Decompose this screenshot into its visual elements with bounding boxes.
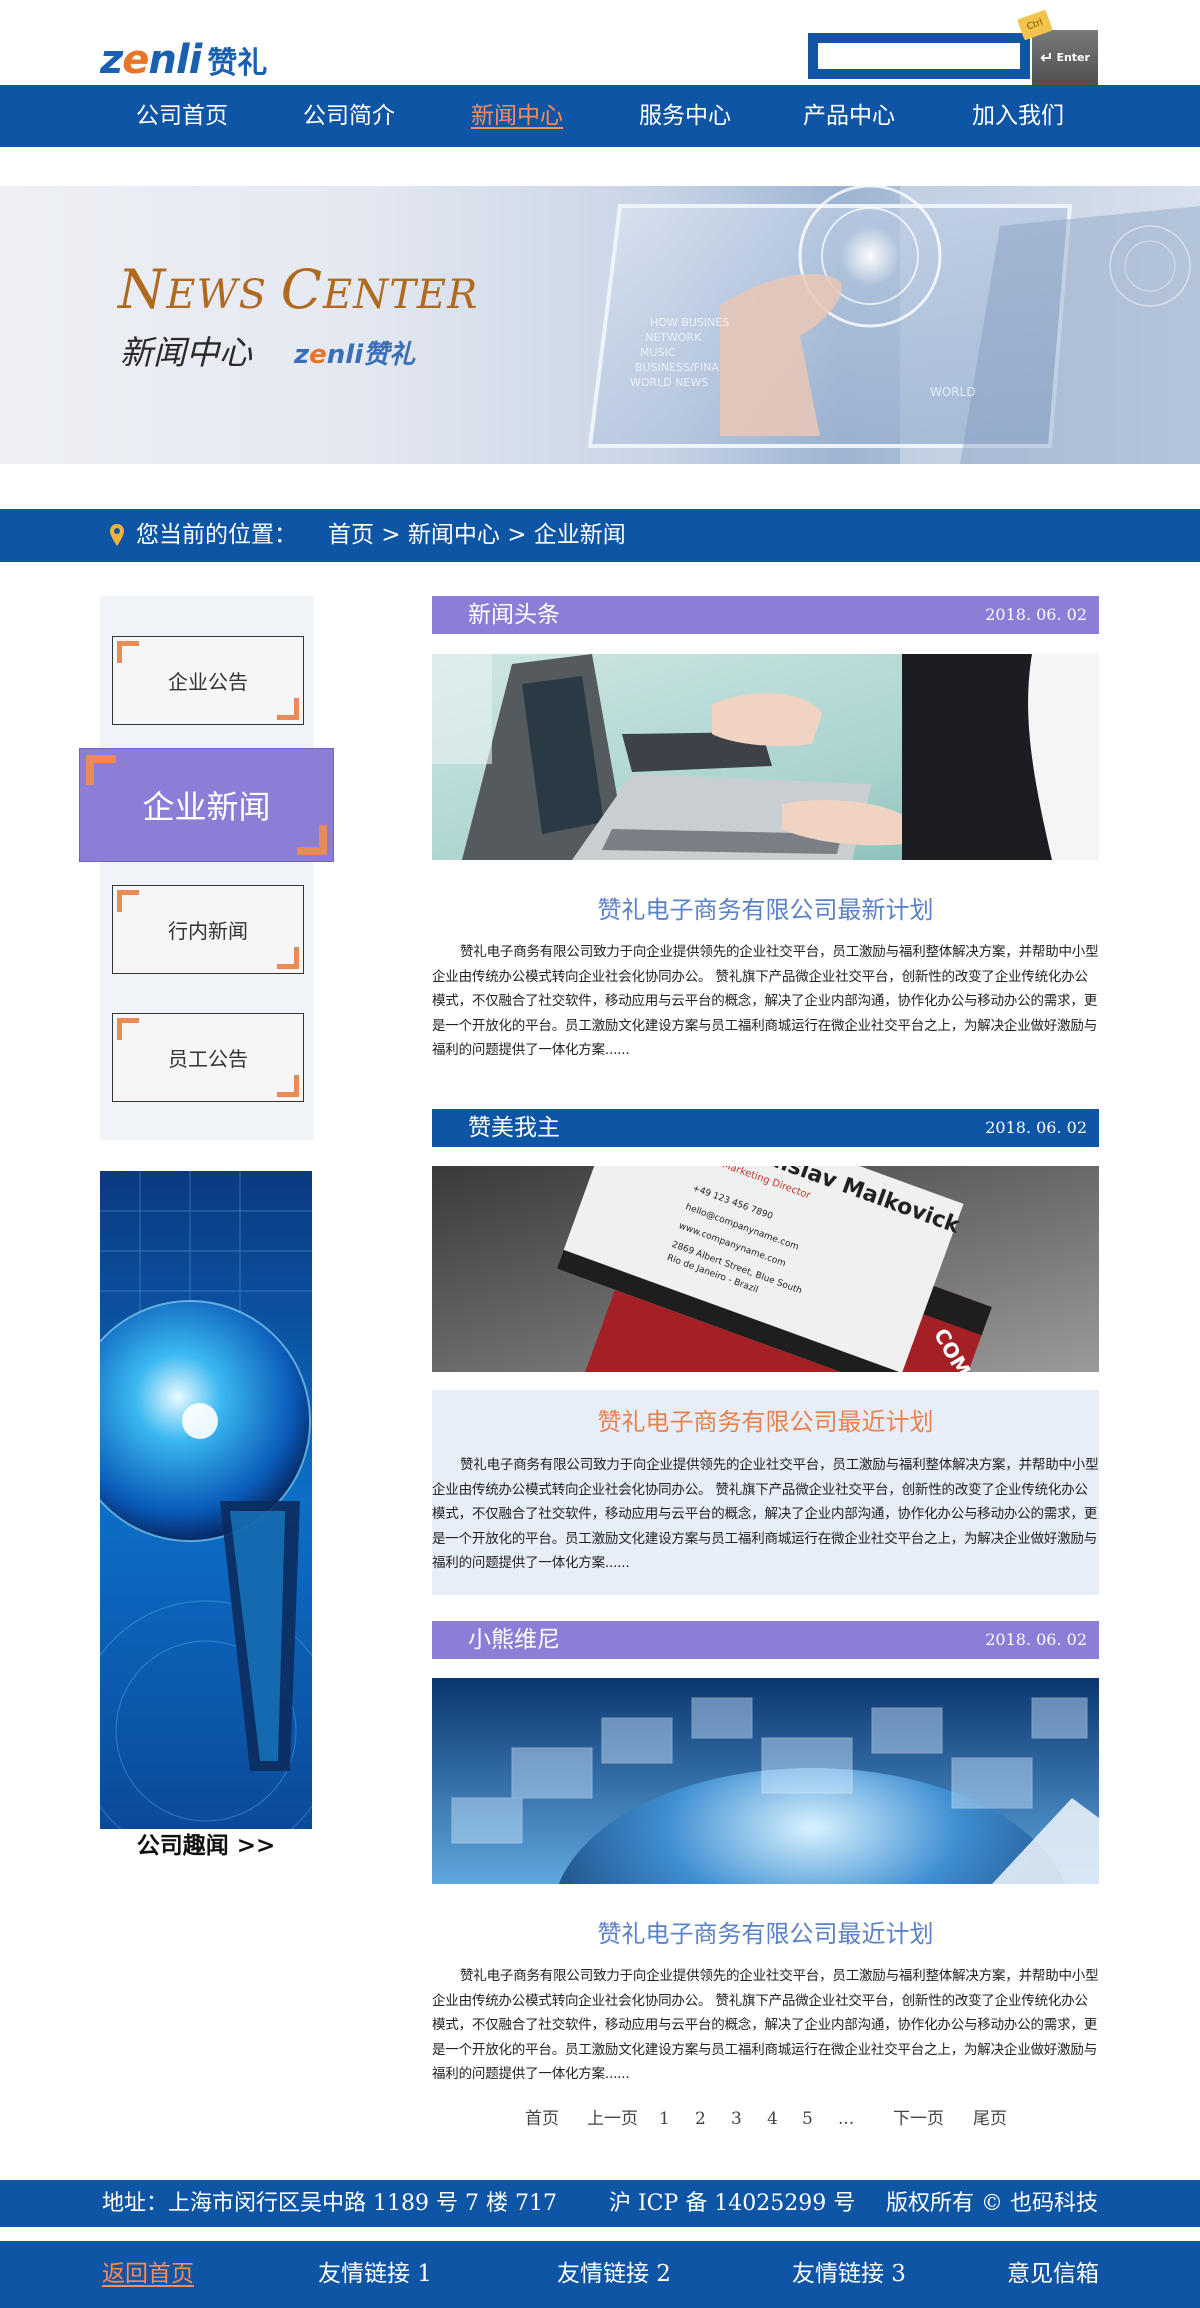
pagination-page-2[interactable]: 2 — [695, 2104, 706, 2134]
nav-item-join[interactable]: 加入我们 — [943, 85, 1093, 147]
location-pin-icon — [110, 524, 124, 546]
sidebar-item-company-notice[interactable]: 企业公告 — [112, 636, 304, 725]
nav-item-about[interactable]: 公司简介 — [274, 85, 424, 147]
pagination-next[interactable]: 下一页 — [893, 2104, 944, 2134]
main-nav: 公司首页 公司简介 新闻中心 服务中心 产品中心 加入我们 — [0, 85, 1200, 147]
nav-item-news[interactable]: 新闻中心 — [442, 85, 592, 147]
footer-link-friend-3[interactable]: 友情链接 3 — [792, 2241, 906, 2308]
footer-address: 地址：上海市闵行区吴中路 1189 号 7 楼 717 — [102, 2191, 557, 2216]
article-category[interactable]: 小熊维尼 — [468, 1621, 560, 1659]
pagination-first[interactable]: 首页 — [525, 2104, 559, 2134]
news-center-banner: HOW BUSINES NETWORK MUSIC BUSINESS/FINA … — [0, 186, 1200, 464]
blue-sphere-tech-illustration — [100, 1171, 312, 1829]
sidebar-item-industry-news[interactable]: 行内新闻 — [112, 885, 304, 974]
global-network-photo — [432, 1678, 1099, 1884]
corner-decoration — [117, 890, 139, 912]
article-2-header: 赞美我主 2018. 06. 02 — [432, 1109, 1099, 1147]
footer-info-bar: 地址：上海市闵行区吴中路 1189 号 7 楼 717 沪 ICP 备 1402… — [0, 2180, 1200, 2227]
enter-arrow-icon: ↵ — [1040, 48, 1054, 67]
touchscreen-hand-illustration: HOW BUSINES NETWORK MUSIC BUSINESS/FINA … — [587, 186, 1200, 464]
article-2-body: 赞礼电子商务有限公司致力于向企业提供领先的企业社交平台，员工激励与福利整体解决方… — [432, 1457, 1099, 1572]
banner-title-en: NEWS CENTER — [118, 258, 479, 321]
search-input[interactable] — [818, 43, 1020, 69]
corner-decoration — [297, 825, 327, 855]
article-2-title[interactable]: 赞礼电子商务有限公司最近计划 — [432, 1402, 1099, 1437]
business-card-photo: Vladislav Malkovick Marketing Director +… — [432, 1166, 1099, 1372]
pagination: 首页 上一页 1 2 3 4 5 ... 下一页 尾页 — [432, 2104, 1099, 2134]
banner-logo: zenli赞礼 — [294, 340, 416, 370]
search-button-label: Enter — [1056, 51, 1090, 64]
article-date: 2018. 06. 02 — [985, 1630, 1087, 1649]
corner-decoration — [86, 755, 116, 785]
corner-decoration — [277, 947, 299, 969]
pagination-page-4[interactable]: 4 — [767, 2104, 778, 2134]
sidebar-item-company-news[interactable]: 企业新闻 — [79, 748, 334, 862]
footer-link-friend-1[interactable]: 友情链接 1 — [318, 2241, 432, 2308]
nav-item-home[interactable]: 公司首页 — [107, 85, 257, 147]
article-3-image[interactable] — [432, 1678, 1099, 1884]
footer-link-friend-2[interactable]: 友情链接 2 — [557, 2241, 671, 2308]
svg-text:WORLD NEWS: WORLD NEWS — [630, 376, 708, 389]
pagination-page-1[interactable]: 1 — [659, 2104, 670, 2134]
pagination-ellipsis: ... — [838, 2109, 855, 2129]
pagination-page-5[interactable]: 5 — [802, 2104, 813, 2134]
article-3-body: 赞礼电子商务有限公司致力于向企业提供领先的企业社交平台，员工激励与福利整体解决方… — [432, 1968, 1099, 2083]
article-category[interactable]: 赞美我主 — [468, 1109, 560, 1147]
footer-copyright: 版权所有 © 也码科技 — [886, 2191, 1098, 2216]
site-logo[interactable]: zenli 赞礼 — [100, 28, 267, 80]
svg-text:WORLD: WORLD — [930, 385, 976, 399]
banner-title-cn: 新闻中心 — [120, 333, 252, 372]
article-3-header: 小熊维尼 2018. 06. 02 — [432, 1621, 1099, 1659]
svg-text:MUSIC: MUSIC — [640, 346, 676, 359]
corner-decoration — [117, 641, 139, 663]
article-3-title[interactable]: 赞礼电子商务有限公司最近计划 — [432, 1914, 1099, 1949]
nav-item-services[interactable]: 服务中心 — [610, 85, 760, 147]
footer-icp[interactable]: 沪 ICP 备 14025299 号 — [609, 2180, 855, 2227]
article-1-body: 赞礼电子商务有限公司致力于向企业提供领先的企业社交平台，员工激励与福利整体解决方… — [432, 944, 1099, 1059]
article-date: 2018. 06. 02 — [985, 605, 1087, 624]
sidebar-item-label: 企业新闻 — [142, 788, 271, 826]
svg-text:NETWORK: NETWORK — [645, 331, 702, 344]
footer-link-feedback[interactable]: 意见信箱 — [1007, 2241, 1099, 2308]
breadcrumb-path[interactable]: 首页 > 新闻中心 > 企业新闻 — [328, 509, 626, 562]
article-1-header: 新闻头条 2018. 06. 02 — [432, 596, 1099, 634]
sidebar-item-staff-notice[interactable]: 员工公告 — [112, 1013, 304, 1102]
article-1-image[interactable] — [432, 654, 1099, 860]
footer-link-home[interactable]: 返回首页 — [102, 2241, 194, 2308]
sidebar-ad-caption-link[interactable]: 公司趣闻 >> — [100, 1829, 312, 1863]
sidebar-ad-image[interactable] — [100, 1171, 312, 1829]
search-area: ↵ Enter Ctrl — [808, 9, 1098, 85]
footer-links-bar: 返回首页 友情链接 1 友情链接 2 友情链接 3 意见信箱 — [0, 2241, 1200, 2308]
pagination-prev[interactable]: 上一页 — [587, 2104, 638, 2134]
pagination-page-3[interactable]: 3 — [731, 2104, 742, 2134]
sidebar-item-label: 行内新闻 — [168, 919, 248, 943]
breadcrumb: 您当前的位置： 首页 > 新闻中心 > 企业新闻 — [0, 509, 1200, 562]
logo-wordmark: zenli — [100, 37, 202, 83]
corner-decoration — [277, 698, 299, 720]
article-1-title[interactable]: 赞礼电子商务有限公司最新计划 — [432, 890, 1099, 925]
nav-item-products[interactable]: 产品中心 — [774, 85, 924, 147]
article-category[interactable]: 新闻头条 — [468, 596, 560, 634]
breadcrumb-label: 您当前的位置： — [136, 522, 297, 548]
svg-text:BUSINESS/FINA: BUSINESS/FINA — [635, 361, 719, 374]
sidebar-item-label: 企业公告 — [168, 670, 248, 694]
svg-text:HOW BUSINES: HOW BUSINES — [650, 316, 729, 329]
logo-chinese-text: 赞礼 — [207, 46, 268, 81]
search-enter-button[interactable]: ↵ Enter — [1032, 30, 1098, 85]
corner-decoration — [117, 1018, 139, 1040]
laptop-tablet-photo — [432, 654, 1099, 860]
pagination-last[interactable]: 尾页 — [973, 2104, 1007, 2134]
sidebar-item-label: 员工公告 — [168, 1047, 248, 1071]
article-2-image[interactable]: Vladislav Malkovick Marketing Director +… — [432, 1166, 1099, 1372]
corner-decoration — [277, 1075, 299, 1097]
search-frame — [808, 33, 1030, 79]
site-header: zenli 赞礼 ↵ Enter Ctrl — [0, 0, 1200, 85]
article-date: 2018. 06. 02 — [985, 1118, 1087, 1137]
